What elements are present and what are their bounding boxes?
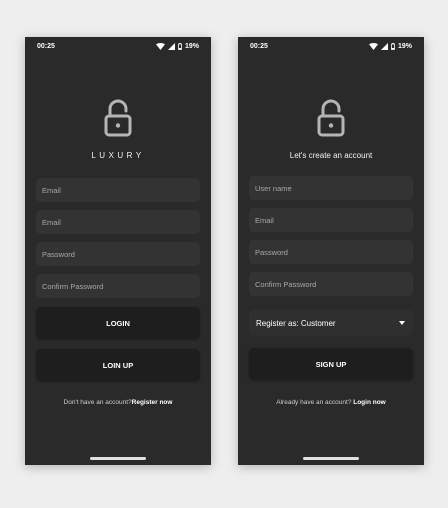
battery-icon [178, 42, 182, 50]
signup-screen: 00:25 19% Let's create an account User n… [238, 37, 424, 465]
confirm-password-field[interactable]: Confirm Password [249, 272, 413, 296]
login-now-link[interactable]: Login now [353, 399, 386, 406]
register-prompt-text: Don't have an account? [63, 399, 132, 406]
chevron-down-icon [399, 321, 405, 325]
email-field[interactable]: Email [249, 208, 413, 232]
sign-up-button[interactable]: SIGN UP [249, 348, 413, 380]
unlocked-padlock-icon [317, 99, 345, 137]
email-field[interactable]: Email [36, 178, 200, 202]
home-indicator[interactable] [303, 457, 359, 460]
battery-percent: 19% [397, 42, 412, 50]
signup-subtitle: Let's create an account [289, 151, 373, 160]
register-prompt: Don't have an account?Register now [25, 399, 211, 406]
login-screen: 00:25 19% LUXURY Email Email Password Co… [25, 37, 211, 465]
status-time: 00:25 [250, 42, 268, 50]
home-indicator[interactable] [90, 457, 146, 460]
email-field-2[interactable]: Email [36, 210, 200, 234]
wifi-icon [368, 42, 378, 50]
unlocked-padlock-icon [104, 99, 132, 137]
battery-icon [391, 42, 395, 50]
status-time: 00:25 [37, 42, 55, 50]
login-button[interactable]: LOGIN [36, 307, 200, 339]
login-prompt-text: Already have an account? [276, 399, 354, 406]
register-as-value: Register as: Customer [256, 318, 336, 328]
confirm-password-field[interactable]: Confirm Password [36, 274, 200, 298]
password-field[interactable]: Password [36, 242, 200, 266]
register-now-link[interactable]: Register now [132, 399, 173, 406]
username-field[interactable]: User name [249, 176, 413, 200]
login-prompt: Already have an account? Login now [238, 399, 424, 406]
status-bar: 00:25 19% [238, 37, 424, 55]
cell-signal-icon [167, 42, 175, 50]
password-field[interactable]: Password [249, 240, 413, 264]
brand-title: LUXURY [91, 151, 145, 160]
status-icons: 19% [368, 42, 412, 50]
loin-up-button[interactable]: LOIN UP [36, 349, 200, 381]
battery-percent: 19% [184, 42, 199, 50]
register-as-dropdown[interactable]: Register as: Customer [249, 310, 413, 336]
status-bar: 00:25 19% [25, 37, 211, 55]
status-icons: 19% [155, 42, 199, 50]
wifi-icon [155, 42, 165, 50]
cell-signal-icon [380, 42, 388, 50]
